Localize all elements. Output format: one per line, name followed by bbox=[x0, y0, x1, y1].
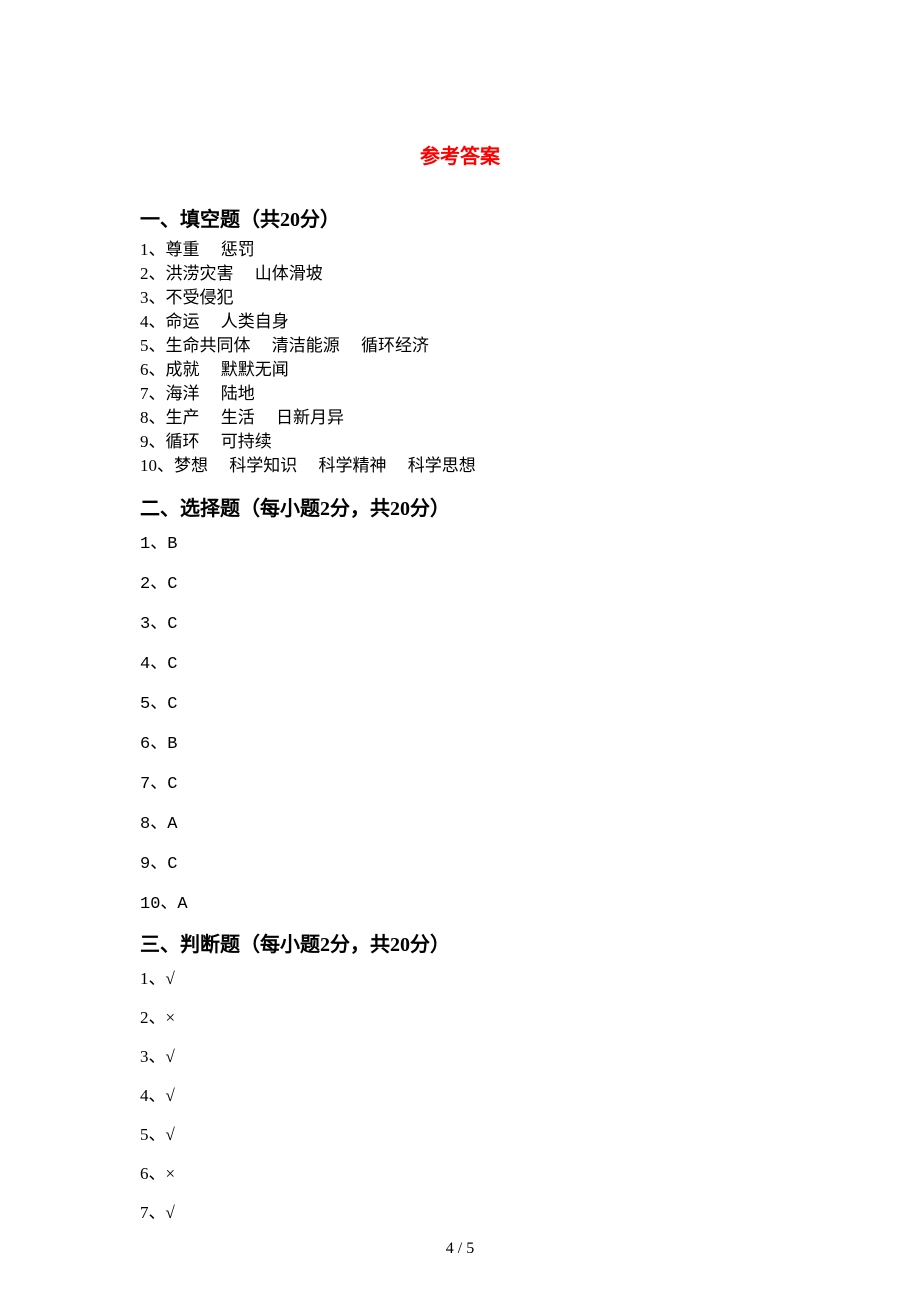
list-item: 5、√ bbox=[140, 1120, 780, 1145]
list-item: 7、√ bbox=[140, 1198, 780, 1223]
list-item: 3、√ bbox=[140, 1042, 780, 1067]
list-item: 5、C bbox=[140, 688, 780, 714]
page-number: 4 / 5 bbox=[0, 1240, 920, 1258]
list-item: 4、命运 人类自身 bbox=[140, 310, 780, 334]
list-item: 10、梦想 科学知识 科学精神 科学思想 bbox=[140, 454, 780, 478]
list-item: 6、B bbox=[140, 728, 780, 754]
section-tf-heading: 三、判断题（每小题2分，共20分） bbox=[140, 928, 780, 957]
list-item: 4、C bbox=[140, 648, 780, 674]
document-title: 参考答案 bbox=[140, 140, 780, 169]
list-item: 10、A bbox=[140, 888, 780, 914]
page: 参考答案 一、填空题（共20分） 1、尊重 惩罚 2、洪涝灾害 山体滑坡 3、不… bbox=[0, 0, 920, 1302]
list-item: 9、C bbox=[140, 848, 780, 874]
list-item: 9、循环 可持续 bbox=[140, 430, 780, 454]
fill-answer-list: 1、尊重 惩罚 2、洪涝灾害 山体滑坡 3、不受侵犯 4、命运 人类自身 5、生… bbox=[140, 238, 780, 478]
list-item: 7、海洋 陆地 bbox=[140, 382, 780, 406]
list-item: 1、√ bbox=[140, 964, 780, 989]
list-item: 2、洪涝灾害 山体滑坡 bbox=[140, 262, 780, 286]
list-item: 3、不受侵犯 bbox=[140, 286, 780, 310]
choice-answer-list: 1、B 2、C 3、C 4、C 5、C 6、B 7、C 8、A 9、C 10、A bbox=[140, 528, 780, 914]
list-item: 6、成就 默默无闻 bbox=[140, 358, 780, 382]
section-choice-heading: 二、选择题（每小题2分，共20分） bbox=[140, 492, 780, 521]
list-item: 2、C bbox=[140, 568, 780, 594]
list-item: 2、× bbox=[140, 1003, 780, 1028]
list-item: 8、A bbox=[140, 808, 780, 834]
list-item: 5、生命共同体 清洁能源 循环经济 bbox=[140, 334, 780, 358]
list-item: 3、C bbox=[140, 608, 780, 634]
list-item: 1、尊重 惩罚 bbox=[140, 238, 780, 262]
list-item: 7、C bbox=[140, 768, 780, 794]
list-item: 6、× bbox=[140, 1159, 780, 1184]
list-item: 4、√ bbox=[140, 1081, 780, 1106]
section-fill-heading: 一、填空题（共20分） bbox=[140, 203, 780, 232]
list-item: 8、生产 生活 日新月异 bbox=[140, 406, 780, 430]
tf-answer-list: 1、√ 2、× 3、√ 4、√ 5、√ 6、× 7、√ bbox=[140, 964, 780, 1223]
list-item: 1、B bbox=[140, 528, 780, 554]
